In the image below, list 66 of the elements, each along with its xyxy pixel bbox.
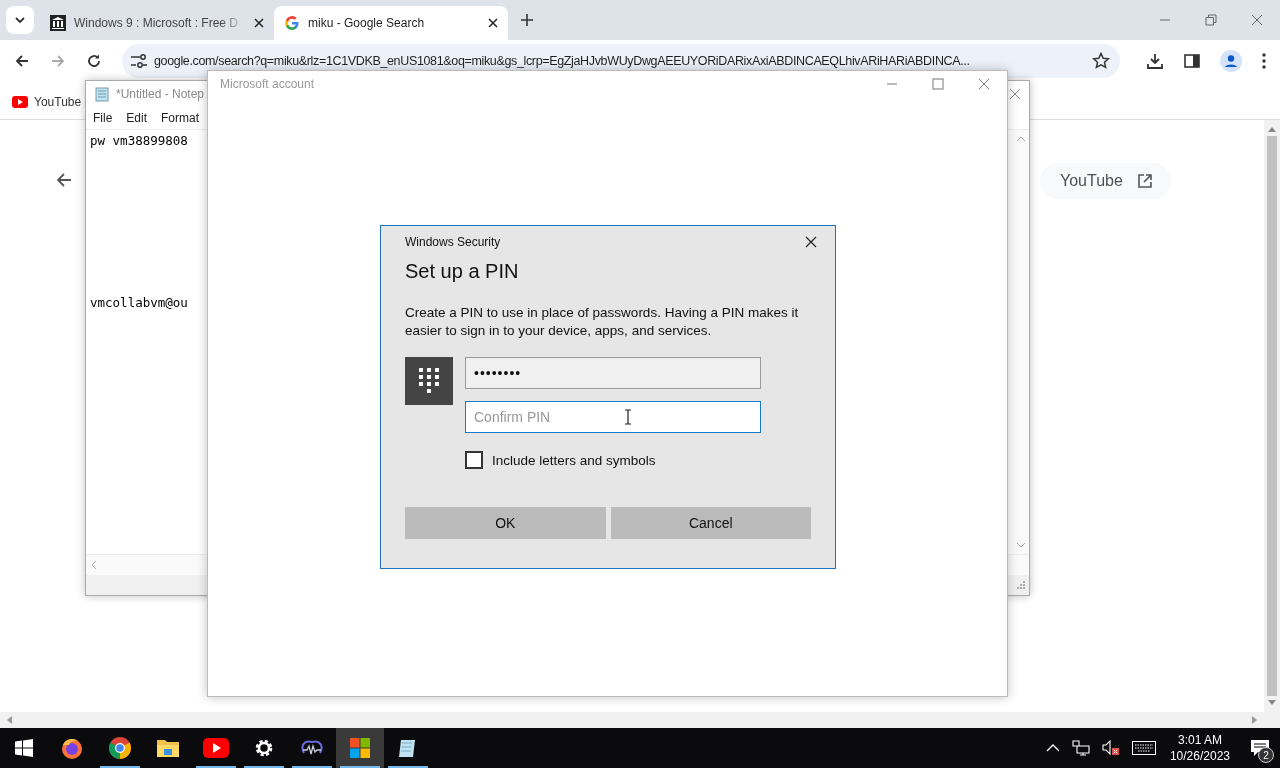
notification-button[interactable]: 2 [1240,728,1280,768]
site-settings-icon[interactable] [130,52,148,69]
building-icon [50,15,66,31]
new-tab-icon[interactable] [520,13,534,27]
tab-title: Windows 9 : Microsoft : Free D [74,16,240,30]
dialog-button[interactable]: Cancel [610,507,811,539]
network-icon[interactable] [1071,740,1090,756]
dialog-title: Windows Security [405,235,501,249]
url-text: google.com/search?q=miku&rlz=1C1VDKB_enUS1081&oq=miku&gs_lcrp=EgZjaHJvbWUyDwgAEEUYORiDARixAxiABDINCAEQLhivARiHARiABDINCA... [154,53,971,68]
text-cursor-icon [625,409,631,425]
menu-item[interactable]: Format [161,111,200,125]
scroll-thumb[interactable] [1267,136,1277,696]
windows-icon [15,739,33,757]
restore-icon[interactable] [1205,14,1217,26]
window-title: *Untitled - Notep [116,87,205,101]
profile-icon[interactable] [1220,49,1242,72]
clock[interactable]: 3:01 AM 10/26/2023 [1169,732,1230,764]
browser-tab[interactable]: Windows 9 : Microsoft : Free D [40,6,274,40]
scroll-down-icon[interactable] [1268,700,1276,706]
external-link-icon [1136,173,1153,189]
pin-field[interactable]: •••••••• [465,357,761,389]
side-panel-icon[interactable] [1184,52,1200,69]
checkbox-label[interactable]: Include letters and symbols [492,452,656,468]
notification-count: 2 [1258,747,1274,763]
notepad-icon [94,86,110,102]
menu-item[interactable]: Edit [126,111,148,125]
close-icon[interactable] [254,18,264,28]
window-title: Microsoft account [220,77,315,91]
scroll-up-icon[interactable] [1268,126,1276,132]
checkbox[interactable] [465,451,483,469]
back-arrow-icon[interactable] [55,171,73,189]
four-squares-icon [350,738,370,758]
menu-icon[interactable] [1262,52,1266,69]
settings-icon [253,737,275,759]
tab-search-button[interactable] [6,6,34,34]
taskbar-app[interactable] [336,728,384,768]
fox-globe-icon [60,736,84,760]
download-icon[interactable] [1146,51,1164,70]
link-chip[interactable]: YouTube [1040,163,1171,199]
scrollbar[interactable] [1264,120,1280,712]
browser-tab[interactable]: miku - Google Search [274,6,508,40]
text-line: vmcollabvm@ou [90,294,189,312]
close-icon[interactable] [805,236,817,248]
keyboard-icon[interactable] [1131,741,1156,755]
back-icon[interactable] [14,52,30,69]
bookmark[interactable]: YouTube [12,95,82,109]
menu-item[interactable]: File [93,111,113,125]
chrome-icon [108,736,132,760]
confirm-pin-field[interactable]: Confirm PIN [465,401,761,433]
close-icon[interactable] [488,18,498,28]
maximize-icon[interactable] [932,78,944,90]
resize-grip-icon[interactable] [1017,581,1025,589]
tab-title: miku - Google Search [308,16,426,30]
volume-muted-icon[interactable] [1101,740,1120,756]
dialog-heading: Set up a PIN [405,260,520,283]
keypad-icon [405,357,453,405]
chevron-down-icon [14,14,26,26]
play-icon [203,738,229,758]
chevron-up-icon[interactable] [1045,743,1060,753]
play-icon [12,96,28,108]
reload-icon[interactable] [86,52,102,69]
dialog-button[interactable]: OK [405,507,606,539]
star-icon[interactable] [1092,51,1110,70]
text-line: pw vm38899808 [90,132,189,150]
google-icon [284,15,300,31]
dialog-description: Create a PIN to use in place of passwords. Having a PIN makes it easier to sign in to your device, apps, and services. [405,304,800,340]
